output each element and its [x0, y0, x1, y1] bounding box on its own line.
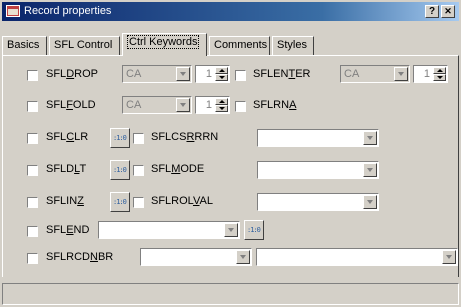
sflrolval-combo[interactable]: [257, 193, 379, 211]
sfllenter-label: SFLENTER: [253, 68, 311, 80]
chevron-down-icon[interactable]: [224, 223, 238, 237]
sflrolval-checkbox[interactable]: [133, 197, 144, 208]
tab-sfl-control[interactable]: SFL Control: [49, 36, 120, 55]
sflinz-label: SFLINZ: [46, 195, 84, 207]
sflcsrrrn-combo[interactable]: [257, 129, 379, 147]
indicator-picker-icon[interactable]: :1:0: [244, 220, 264, 240]
sfllenter-indicator-combo[interactable]: CA: [340, 65, 410, 83]
tab-basics[interactable]: Basics: [2, 36, 47, 55]
sflcsrrrn-checkbox[interactable]: [133, 133, 144, 144]
sfllenter-checkbox[interactable]: [235, 70, 246, 81]
sfldrop-indicator-combo[interactable]: CA: [122, 65, 192, 83]
sfldrop-label: SFLDROP: [46, 68, 98, 80]
sfllenter-spinner[interactable]: 1: [413, 65, 448, 83]
window-title: Record properties: [24, 5, 112, 17]
sflrcdnbr-combo[interactable]: [140, 248, 252, 266]
sfldrop-spinner[interactable]: 1: [195, 65, 230, 83]
indicator-picker-icon[interactable]: :1:0: [110, 160, 130, 180]
sflfold-indicator-combo[interactable]: CA: [122, 96, 192, 114]
sflend-combo[interactable]: [98, 221, 240, 239]
sflrna-label: SFLRNA: [253, 99, 297, 111]
sflfold-label: SFLFOLD: [46, 99, 96, 111]
title-bar[interactable]: Record properties ? ✕: [2, 2, 459, 21]
chevron-down-icon[interactable]: [363, 163, 377, 177]
record-properties-dialog: Record properties ? ✕ Basics SFL Control…: [0, 0, 461, 307]
sfldlt-label: SFLDLT: [46, 163, 87, 175]
sflmode-checkbox[interactable]: [133, 165, 144, 176]
window-icon: [6, 5, 20, 17]
sflclr-label: SFLCLR: [46, 131, 89, 143]
sfldlt-checkbox[interactable]: [27, 165, 38, 176]
chevron-down-icon[interactable]: [363, 195, 377, 209]
tab-ctrl-keywords[interactable]: Ctrl Keywords: [122, 33, 207, 56]
chevron-down-icon[interactable]: [442, 250, 456, 264]
spin-down-icon[interactable]: [433, 74, 446, 81]
spin-down-icon[interactable]: [215, 105, 228, 112]
sflend-label: SFLEND: [46, 224, 90, 236]
sflrolval-label: SFLROLVAL: [151, 195, 213, 207]
spin-down-icon[interactable]: [215, 74, 228, 81]
chevron-down-icon[interactable]: [176, 98, 190, 112]
help-button[interactable]: ?: [425, 5, 439, 18]
sflfold-checkbox[interactable]: [27, 101, 38, 112]
sflend-checkbox[interactable]: [27, 226, 38, 237]
sflinz-checkbox[interactable]: [27, 197, 38, 208]
spin-up-icon[interactable]: [215, 67, 228, 74]
indicator-picker-icon[interactable]: :1:0: [110, 128, 130, 148]
tab-styles[interactable]: Styles: [272, 36, 314, 55]
sflfold-spinner[interactable]: 1: [195, 96, 230, 114]
indicator-picker-icon[interactable]: :1:0: [110, 192, 130, 212]
spin-up-icon[interactable]: [215, 98, 228, 105]
chevron-down-icon[interactable]: [363, 131, 377, 145]
chevron-down-icon[interactable]: [394, 67, 408, 81]
description-area: [2, 283, 459, 305]
sflmode-label: SFLMODE: [151, 163, 205, 175]
chevron-down-icon[interactable]: [236, 250, 250, 264]
tab-strip: Basics SFL Control Ctrl Keywords Comment…: [2, 23, 459, 56]
sfldrop-checkbox[interactable]: [27, 70, 38, 81]
chevron-down-icon[interactable]: [176, 67, 190, 81]
close-button[interactable]: ✕: [441, 5, 455, 18]
tab-comments[interactable]: Comments: [209, 36, 270, 55]
spin-up-icon[interactable]: [433, 67, 446, 74]
sflrcdnbr-option-combo[interactable]: [256, 248, 458, 266]
sflrcdnbr-checkbox[interactable]: [27, 253, 38, 264]
sflcsrrrn-label: SFLCSRRRN: [151, 131, 219, 143]
sflmode-combo[interactable]: [257, 161, 379, 179]
sflclr-checkbox[interactable]: [27, 133, 38, 144]
ctrl-keywords-panel: SFLDROP CA 1 SFLENTER CA 1 SFLFOLD CA 1: [2, 55, 459, 277]
sflrna-checkbox[interactable]: [235, 101, 246, 112]
sflrcdnbr-label: SFLRCDNBR: [46, 251, 114, 263]
